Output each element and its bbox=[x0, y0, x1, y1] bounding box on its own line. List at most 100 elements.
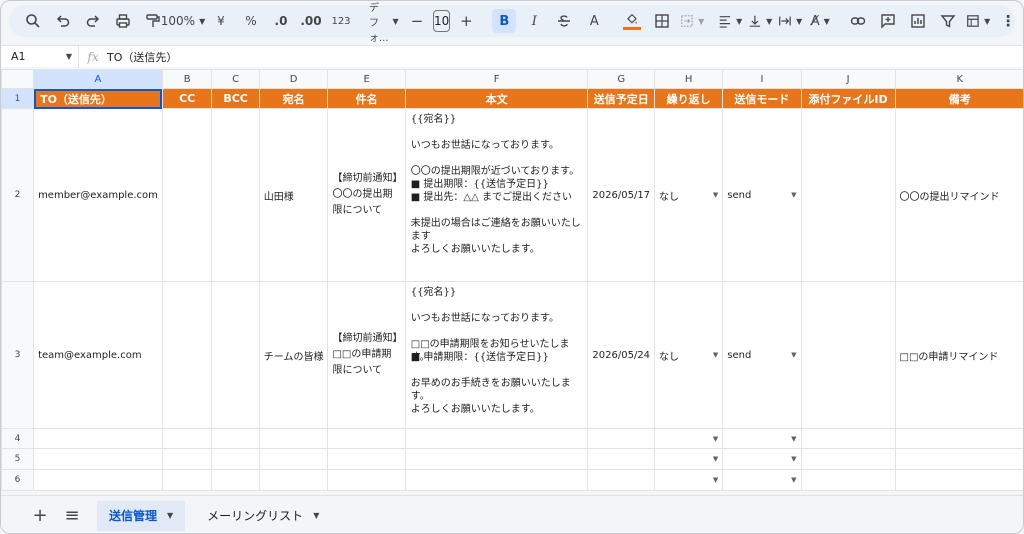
empty-cell[interactable] bbox=[404, 428, 589, 449]
header-note[interactable]: 備考 bbox=[894, 88, 1023, 109]
empty-cell[interactable] bbox=[161, 469, 213, 491]
sheet-tab-active[interactable]: 送信管理 ▼ bbox=[97, 500, 186, 531]
insert-chart-icon[interactable] bbox=[906, 9, 930, 33]
horizontal-align-icon[interactable]: ▼ bbox=[718, 9, 742, 33]
bold-button[interactable]: B bbox=[492, 9, 517, 33]
decrease-decimal-button[interactable]: .0 bbox=[269, 9, 293, 33]
header-body[interactable]: 本文 bbox=[404, 88, 589, 109]
column-header-k[interactable]: K bbox=[894, 69, 1023, 89]
header-to[interactable]: TO（送信先） bbox=[33, 88, 163, 109]
cell-subject[interactable]: 【締切前通知】〇〇の提出期限について bbox=[327, 108, 406, 282]
strikethrough-icon[interactable] bbox=[552, 9, 576, 33]
header-bcc[interactable]: BCC bbox=[211, 88, 260, 109]
cell-repeat-dropdown[interactable]: なし ▼ bbox=[654, 281, 724, 429]
borders-icon[interactable] bbox=[650, 9, 674, 33]
empty-cell[interactable] bbox=[258, 428, 329, 449]
vertical-align-icon[interactable]: ▼ bbox=[748, 9, 772, 33]
column-header-c[interactable]: C bbox=[211, 69, 260, 89]
currency-format-button[interactable]: ¥ bbox=[209, 9, 233, 33]
more-options-icon[interactable]: ⋮ bbox=[996, 9, 1020, 33]
percent-format-button[interactable]: % bbox=[239, 9, 263, 33]
formula-input[interactable]: TO（送信先） bbox=[107, 49, 177, 65]
row-header-6[interactable]: 6 bbox=[1, 469, 35, 491]
print-icon[interactable] bbox=[111, 9, 135, 33]
cell-body[interactable]: {{宛名}} いつもお世話になっております。 〇〇の提出期限が近づいております。… bbox=[404, 108, 589, 282]
empty-cell[interactable] bbox=[161, 448, 213, 470]
cell-to[interactable]: team@example.com bbox=[33, 281, 163, 429]
add-sheet-button[interactable]: + bbox=[25, 501, 55, 531]
cell-repeat-dropdown[interactable]: ▼ bbox=[654, 448, 724, 470]
cell-mode-dropdown[interactable]: ▼ bbox=[722, 469, 802, 491]
empty-cell[interactable] bbox=[894, 448, 1023, 470]
merge-cells-icon[interactable]: ▼ bbox=[680, 9, 704, 33]
insert-link-icon[interactable] bbox=[846, 9, 870, 33]
cell-note[interactable]: □□の申請リマインド bbox=[894, 281, 1023, 429]
decrease-font-size-button[interactable]: − bbox=[405, 9, 429, 33]
row-header-1[interactable]: 1 bbox=[1, 88, 35, 109]
empty-cell[interactable] bbox=[587, 469, 656, 491]
column-header-a[interactable]: A bbox=[33, 69, 163, 89]
empty-cell[interactable] bbox=[800, 448, 896, 470]
column-header-h[interactable]: H bbox=[654, 69, 724, 89]
empty-cell[interactable] bbox=[327, 448, 406, 470]
text-color-button[interactable]: A bbox=[582, 9, 606, 33]
cell-mode-dropdown[interactable]: send ▼ bbox=[722, 281, 802, 429]
cell-repeat-dropdown[interactable]: ▼ bbox=[654, 428, 724, 449]
undo-icon[interactable] bbox=[51, 9, 75, 33]
empty-cell[interactable] bbox=[33, 469, 163, 491]
empty-cell[interactable] bbox=[404, 469, 589, 491]
empty-cell[interactable] bbox=[894, 428, 1023, 449]
cell-name[interactable]: チームの皆様 bbox=[258, 281, 329, 429]
cell-cc[interactable] bbox=[161, 281, 213, 429]
empty-cell[interactable] bbox=[258, 448, 329, 470]
empty-cell[interactable] bbox=[211, 428, 260, 449]
cell-name[interactable]: 山田様 bbox=[258, 108, 329, 282]
increase-font-size-button[interactable]: + bbox=[454, 9, 478, 33]
font-size-input[interactable]: 10 bbox=[433, 10, 451, 32]
empty-cell[interactable] bbox=[800, 428, 896, 449]
cell-to[interactable]: member@example.com bbox=[33, 108, 163, 282]
cell-repeat-dropdown[interactable]: なし ▼ bbox=[654, 108, 724, 282]
font-select[interactable]: デフォ... ▼ bbox=[367, 3, 399, 44]
cell-body[interactable]: {{宛名}} いつもお世話になっております。 □□の申請期限をお知らせいたします… bbox=[404, 281, 589, 429]
column-header-f[interactable]: F bbox=[404, 69, 589, 89]
row-header-3[interactable]: 3 bbox=[1, 281, 35, 429]
column-header-d[interactable]: D bbox=[258, 69, 329, 89]
italic-button[interactable]: I bbox=[522, 9, 546, 33]
empty-cell[interactable] bbox=[404, 448, 589, 470]
empty-cell[interactable] bbox=[258, 469, 329, 491]
empty-cell[interactable] bbox=[894, 469, 1023, 491]
cell-bcc[interactable] bbox=[211, 108, 260, 282]
cell-mode-dropdown[interactable]: ▼ bbox=[722, 448, 802, 470]
empty-cell[interactable] bbox=[33, 428, 163, 449]
text-rotation-icon[interactable]: A̸ ▼ bbox=[808, 9, 832, 33]
select-all-corner[interactable] bbox=[1, 69, 35, 89]
column-header-i[interactable]: I bbox=[722, 69, 802, 89]
header-mode[interactable]: 送信モード bbox=[722, 88, 802, 109]
cell-mode-dropdown[interactable]: send ▼ bbox=[722, 108, 802, 282]
zoom-select[interactable]: 100% ▼ bbox=[161, 9, 205, 33]
row-header-4[interactable]: 4 bbox=[1, 428, 35, 449]
empty-cell[interactable] bbox=[327, 469, 406, 491]
cell-date[interactable]: 2026/05/24 bbox=[587, 281, 656, 429]
filter-icon[interactable] bbox=[936, 9, 960, 33]
header-subject[interactable]: 件名 bbox=[327, 88, 406, 109]
column-header-g[interactable]: G bbox=[587, 69, 656, 89]
header-cc[interactable]: CC bbox=[161, 88, 213, 109]
cell-attach[interactable] bbox=[800, 108, 896, 282]
insert-comment-icon[interactable] bbox=[876, 9, 900, 33]
search-menus-icon[interactable] bbox=[21, 9, 45, 33]
cell-bcc[interactable] bbox=[211, 281, 260, 429]
column-header-e[interactable]: E bbox=[327, 69, 406, 89]
redo-icon[interactable] bbox=[81, 9, 105, 33]
header-attach[interactable]: 添付ファイルID bbox=[800, 88, 896, 109]
empty-cell[interactable] bbox=[587, 428, 656, 449]
sheet-tab-mailing-list[interactable]: メーリングリスト ▼ bbox=[195, 501, 331, 531]
increase-decimal-button[interactable]: .00 bbox=[299, 9, 323, 33]
header-repeat[interactable]: 繰り返し bbox=[654, 88, 724, 109]
cell-date[interactable]: 2026/05/17 bbox=[587, 108, 656, 282]
empty-cell[interactable] bbox=[211, 448, 260, 470]
column-header-b[interactable]: B bbox=[161, 69, 213, 89]
cell-cc[interactable] bbox=[161, 108, 213, 282]
cell-repeat-dropdown[interactable]: ▼ bbox=[654, 469, 724, 491]
